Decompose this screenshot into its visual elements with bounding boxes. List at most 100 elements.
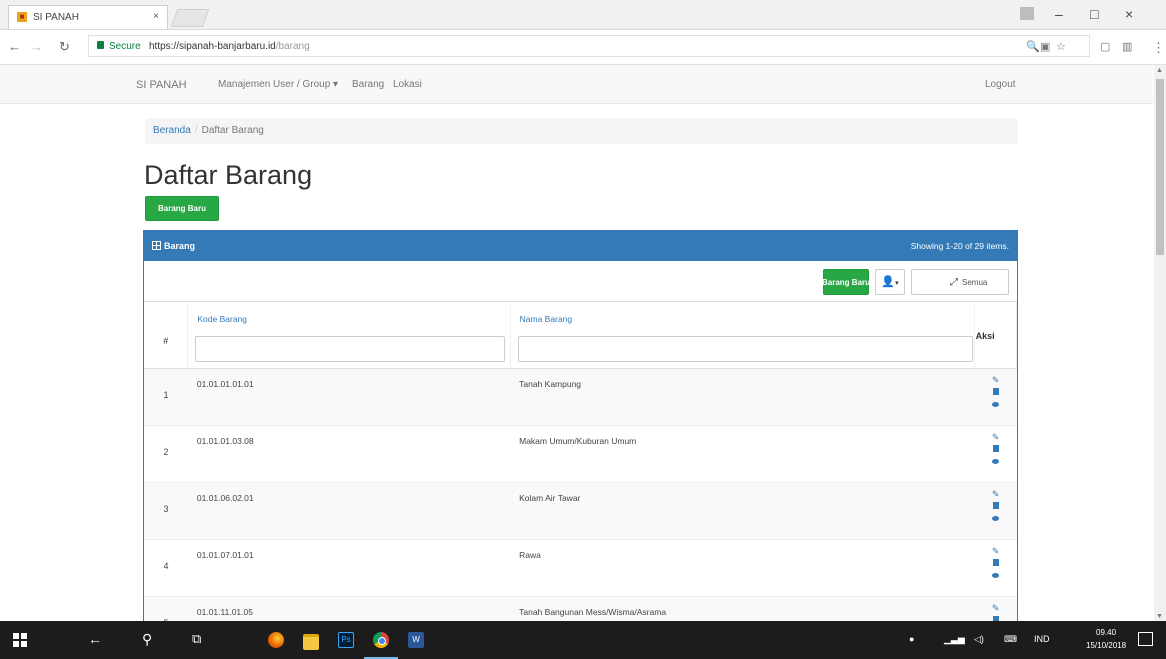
actions-cell: ✎ — [974, 425, 1017, 483]
secure-label: Secure — [109, 41, 141, 52]
task-view-icon[interactable]: ⧉ — [192, 631, 201, 647]
kode-barang: 01.01.11.01.05 — [196, 607, 253, 617]
network-icon[interactable]: ▁▃▅ — [944, 634, 965, 645]
show-all-toggle-button[interactable]: ⤢ Semua — [911, 269, 1009, 295]
page-scrollbar[interactable]: ▲ ▼ — [1154, 65, 1166, 621]
view-eye-icon[interactable] — [991, 573, 1000, 584]
delete-trash-icon[interactable] — [991, 388, 1000, 399]
view-eye-icon[interactable] — [991, 516, 1000, 527]
delete-trash-icon[interactable] — [991, 502, 1000, 513]
site-navbar: SI PANAH Manajemen User / Group ▾ Barang… — [0, 65, 1153, 104]
grid-panel: Barang Showing 1-20 of 29 items. Barang … — [143, 230, 1018, 659]
nav-item-lokasi[interactable]: Lokasi — [393, 79, 422, 90]
delete-trash-icon[interactable] — [991, 559, 1000, 570]
edit-pencil-icon[interactable]: ✎ — [991, 375, 1000, 386]
forward-arrow-icon[interactable]: → — [30, 39, 43, 54]
url-host: https://sipanah-banjarbaru.id — [149, 41, 276, 52]
row-number-cell: 3 — [144, 482, 188, 540]
language-indicator[interactable]: IND — [1034, 634, 1050, 644]
sort-kode-barang-link[interactable]: Kode Barang — [197, 314, 508, 324]
search-icon[interactable]: ⚲ — [142, 631, 152, 648]
row-number-cell: 1 — [144, 368, 188, 426]
filter-nama-barang-input[interactable] — [517, 336, 973, 362]
zoom-icon[interactable]: 🔍 — [1026, 40, 1040, 53]
new-item-button[interactable]: Barang Baru — [145, 196, 219, 221]
expand-arrows-icon: ⤢ — [950, 277, 958, 288]
address-bar[interactable]: Secure https://sipanah-banjarbaru.id/bar… — [88, 35, 1090, 57]
chrome-icon[interactable] — [373, 632, 389, 648]
minimize-button[interactable]: – — [1055, 6, 1063, 22]
kode-cell: 01.01.06.02.01 — [187, 482, 511, 540]
kode-barang: 01.01.07.01.01 — [196, 550, 254, 560]
scroll-down-icon[interactable]: ▼ — [1156, 613, 1163, 620]
url-text[interactable]: https://sipanah-banjarbaru.id/barang — [149, 41, 310, 52]
panel-new-item-button[interactable]: Barang Baru — [822, 269, 870, 295]
filter-kode-barang-input[interactable] — [195, 336, 506, 362]
show-all-label: Semua — [962, 278, 988, 287]
back-arrow-icon[interactable]: ← — [8, 39, 21, 54]
extension-icon[interactable]: ▢ — [1100, 40, 1110, 53]
row-actions: ✎ — [991, 489, 1015, 527]
scroll-up-icon[interactable]: ▲ — [1156, 67, 1163, 74]
view-eye-icon[interactable] — [991, 459, 1000, 470]
actions-cell: ✎ — [974, 368, 1017, 426]
file-explorer-icon[interactable] — [303, 634, 319, 650]
table-row: 1 01.01.01.01.01 Tanah Kampung ✎ — [144, 368, 1017, 426]
breadcrumb-separator: / — [194, 125, 198, 136]
keyboard-icon[interactable]: ⌨ — [1004, 634, 1017, 645]
kode-barang: 01.01.06.02.01 — [196, 493, 254, 503]
firefox-icon[interactable] — [268, 632, 284, 648]
nama-cell: Tanah Kampung — [510, 368, 975, 426]
word-icon[interactable]: W — [408, 632, 424, 648]
scrollbar-thumb[interactable] — [1156, 79, 1164, 255]
panel-heading: Barang Showing 1-20 of 29 items. — [144, 231, 1017, 261]
header-kode-cell: Kode Barang — [187, 302, 511, 369]
row-number: 3 — [163, 504, 169, 514]
windows-start-icon[interactable] — [13, 633, 27, 647]
new-tab-button[interactable] — [170, 9, 210, 27]
action-center-icon[interactable] — [1138, 632, 1153, 646]
logout-link[interactable]: Logout — [985, 79, 1016, 90]
antivirus-tray-icon[interactable]: ● — [909, 634, 914, 644]
bookmark-star-icon[interactable]: ☆ — [1056, 40, 1066, 53]
extension-icon[interactable]: ▥ — [1122, 40, 1132, 53]
close-window-button[interactable]: × — [1125, 6, 1133, 22]
view-eye-icon[interactable] — [991, 402, 1000, 413]
tab-title: SI PANAH — [33, 12, 79, 23]
sort-nama-barang-link[interactable]: Nama Barang — [520, 314, 973, 324]
edit-pencil-icon[interactable]: ✎ — [991, 489, 1000, 500]
breadcrumb-home-link[interactable]: Beranda — [153, 125, 191, 136]
table-row: 3 01.01.06.02.01 Kolam Air Tawar ✎ — [144, 482, 1017, 540]
header-hash: # — [163, 336, 169, 346]
nav-item-manajemen-user[interactable]: Manajemen User / Group ▾ — [218, 79, 338, 90]
table-icon — [152, 241, 161, 250]
menu-dots-icon[interactable]: ⋮ — [1152, 40, 1165, 56]
nama-barang: Tanah Bangunan Mess/Wisma/Asrama — [519, 607, 667, 617]
translate-icon[interactable]: ▣ — [1040, 40, 1050, 53]
edit-pencil-icon[interactable]: ✎ — [991, 546, 1000, 557]
photoshop-icon[interactable]: Ps — [338, 632, 354, 648]
export-menu-button[interactable]: 👤▾ — [875, 269, 905, 295]
nav-item-barang[interactable]: Barang — [352, 79, 384, 90]
breadcrumb-current: Daftar Barang — [201, 125, 264, 136]
profile-icon[interactable] — [1020, 7, 1034, 20]
row-actions: ✎ — [991, 375, 1015, 413]
back-arrow-icon[interactable]: ← — [88, 631, 102, 647]
volume-icon[interactable]: ◁) — [974, 634, 984, 645]
table-row: 2 01.01.01.03.08 Makam Umum/Kuburan Umum ✎ — [144, 425, 1017, 483]
tab-close-icon[interactable]: × — [153, 11, 159, 22]
header-nama-cell: Nama Barang — [510, 302, 975, 369]
browser-tab[interactable]: ■ SI PANAH × — [8, 5, 168, 29]
reload-icon[interactable]: ↻ — [59, 39, 70, 55]
page-title: Daftar Barang — [144, 160, 313, 190]
row-number-cell: 4 — [144, 539, 188, 597]
maximize-button[interactable]: □ — [1090, 6, 1098, 22]
site-brand[interactable]: SI PANAH — [136, 79, 187, 91]
edit-pencil-icon[interactable]: ✎ — [991, 603, 1000, 614]
edit-pencil-icon[interactable]: ✎ — [991, 432, 1000, 443]
kode-barang: 01.01.01.03.08 — [196, 436, 254, 446]
kode-cell: 01.01.07.01.01 — [187, 539, 511, 597]
clock[interactable]: 09.40 15/10/2018 — [1086, 626, 1126, 652]
row-number: 4 — [163, 561, 169, 571]
delete-trash-icon[interactable] — [991, 445, 1000, 456]
